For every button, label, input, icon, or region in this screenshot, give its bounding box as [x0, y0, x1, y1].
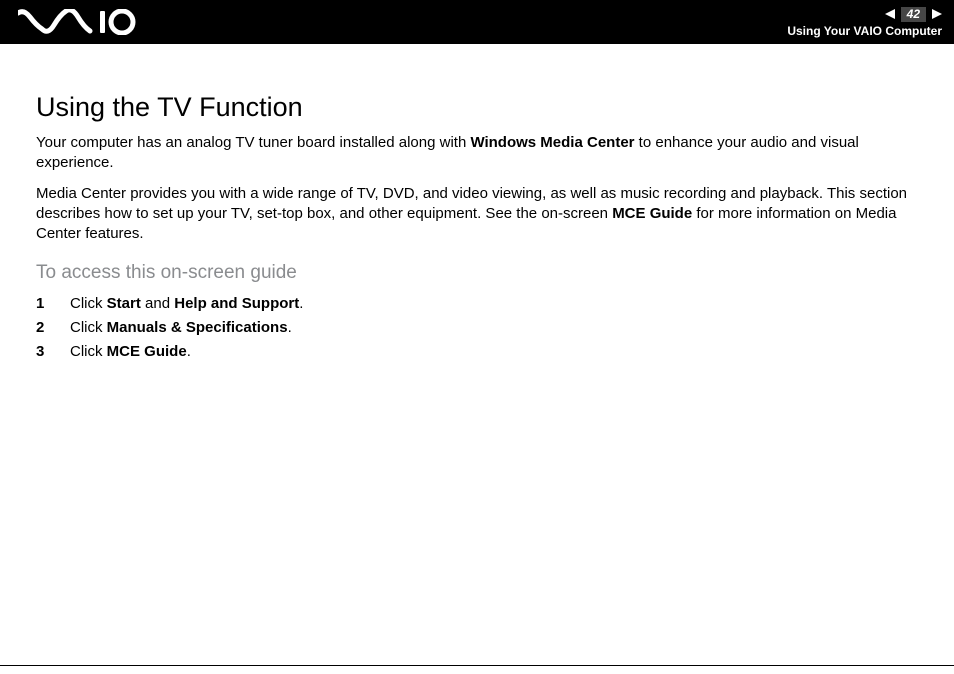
bold-text: Start [107, 295, 141, 312]
next-page-arrow-icon[interactable] [932, 9, 942, 19]
step-item: Click Manuals & Specifications. [36, 316, 918, 340]
text: and [141, 295, 174, 312]
section-title: Using Your VAIO Computer [787, 22, 942, 38]
text: . [187, 343, 191, 360]
bold-text: Windows Media Center [470, 134, 634, 151]
steps-list: Click Start and Help and Support. Click … [36, 292, 918, 364]
page-number: 42 [901, 7, 926, 22]
text: . [299, 295, 303, 312]
text: Your computer has an analog TV tuner boa… [36, 134, 470, 151]
step-item: Click Start and Help and Support. [36, 292, 918, 316]
footer-rule [0, 665, 954, 666]
document-page: 42 Using Your VAIO Computer Using the TV… [0, 0, 954, 674]
bold-text: Manuals & Specifications [107, 319, 288, 336]
header-bar: 42 Using Your VAIO Computer [0, 0, 954, 44]
page-title: Using the TV Function [36, 92, 918, 123]
page-content: Using the TV Function Your computer has … [0, 44, 954, 364]
bold-text: MCE Guide [612, 205, 692, 222]
text: Click [70, 295, 107, 312]
page-nav: 42 [885, 7, 942, 22]
text: Click [70, 319, 107, 336]
intro-paragraph-1: Your computer has an analog TV tuner boa… [36, 133, 918, 174]
text: Click [70, 343, 107, 360]
text: . [288, 319, 292, 336]
vaio-logo [18, 9, 138, 35]
header-right: 42 Using Your VAIO Computer [787, 7, 942, 38]
intro-paragraph-2: Media Center provides you with a wide ra… [36, 184, 918, 245]
step-item: Click MCE Guide. [36, 340, 918, 364]
bold-text: Help and Support [174, 295, 299, 312]
prev-page-arrow-icon[interactable] [885, 9, 895, 19]
subheading: To access this on-screen guide [36, 262, 918, 284]
vaio-logo-icon [18, 9, 138, 35]
bold-text: MCE Guide [107, 343, 187, 360]
